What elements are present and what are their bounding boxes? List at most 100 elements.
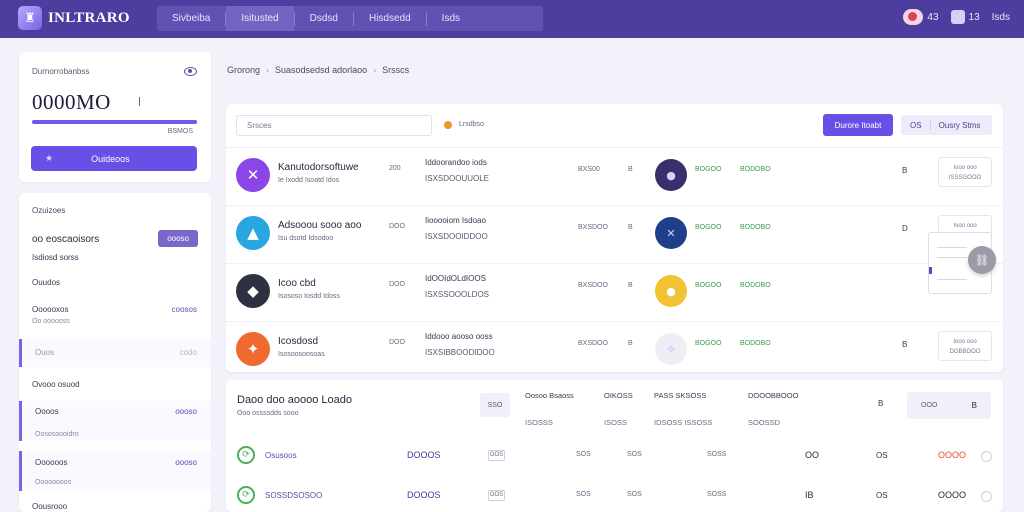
asset-detail-sub: ISXSSOOOLDOS — [425, 290, 490, 299]
order-c3: SOSS — [707, 451, 727, 458]
breadcrumb: Grorong › Suasodsedsd adorlaoo › Srsscs — [227, 65, 409, 75]
page-size-field[interactable]: OOO B — [907, 392, 991, 419]
deposit-button[interactable]: ★ Ouideoos — [31, 146, 197, 171]
column-header[interactable]: Oosoo Bsaoss ISOSSS — [525, 390, 574, 428]
column-header[interactable]: DOOOBBOOO SOOSSD — [748, 390, 798, 428]
asset-sub: Isosoosoosoas — [278, 351, 325, 358]
sidebar-item[interactable]: Oousrooo — [19, 498, 211, 512]
eye-icon[interactable] — [184, 67, 197, 76]
asset-price: BXS00 — [578, 166, 600, 173]
order-value-2: OS — [876, 491, 888, 500]
asset-box-text: Iooo ooo DOBBOOO — [949, 339, 981, 355]
nav-item-3[interactable]: Dsdsd — [295, 6, 353, 31]
asset-gain: BOGOO — [695, 340, 722, 347]
sidebar-item-active[interactable]: Ouos codo — [19, 339, 211, 367]
column-header[interactable]: OIKOSS ISOSS — [604, 390, 633, 428]
order-status: OOOO — [938, 450, 967, 460]
order-c1: SOS — [576, 451, 591, 458]
breadcrumb-item[interactable]: Suasodsedsd adorlaoo — [275, 65, 367, 75]
asset-row[interactable]: ◆ Icoo cbd Isososo Iosdd Idoss DOO IdOOIdOLd… — [226, 263, 1003, 319]
search-input[interactable]: Srsces — [236, 115, 432, 136]
asset-sub: Isososo Iosdd Idoss — [278, 293, 340, 300]
flag-icon — [903, 9, 924, 25]
asset-qty: DOO — [389, 223, 405, 230]
balance-progress-bar — [32, 120, 197, 124]
order-radio[interactable] — [981, 451, 992, 462]
secondary-action-button[interactable]: OS Ousry Stms — [901, 115, 992, 135]
breadcrumb-item-current: Srsscs — [382, 65, 410, 75]
orders-chip[interactable]: SSO — [480, 393, 510, 417]
asset-row[interactable]: ▲ Adsooou sooo aoo Isu dsotd Idsodoo DOO Iio… — [226, 205, 1003, 261]
order-c2: SOS — [627, 491, 642, 498]
column-header[interactable]: PASS SKSOSS IDSOSS ISSOSS — [654, 390, 712, 428]
sidebar-item[interactable]: Oooooxos coosos Oo oooooss — [19, 301, 211, 325]
sidebar-item[interactable]: Oooooos oooso Oooooooos — [19, 451, 211, 491]
secondary-a: OS — [910, 120, 922, 130]
sidebar-item-sub: Oooooooos — [35, 479, 72, 486]
asset-price: BXSDOO — [578, 282, 608, 289]
asset-detail-box[interactable]: Iooo ooo DOBBOOO — [938, 331, 992, 361]
asset-row[interactable]: ✦ Icosdosd Isosoosoosoas DOO Iddooo aooso oo… — [226, 321, 1003, 377]
flag-count: 43 — [927, 11, 939, 23]
sidebar-item[interactable]: Isdiosd sorss — [19, 249, 211, 267]
asset-detail: IdOOIdOLdIOOS — [425, 274, 486, 283]
top-bar: ♜ INLTRARO Sivbeiba Isitusted Dsdsd Hisd… — [0, 0, 1024, 38]
text-cursor — [139, 97, 140, 106]
asset-detail-sub: ISXSIBBOODIDOO — [425, 348, 495, 357]
balance-progress-fill — [32, 120, 197, 124]
sidebar-item-tag[interactable]: oooso — [158, 230, 198, 247]
sidebar-item-label: Ovooo osuod — [32, 380, 80, 389]
nav-item-5[interactable]: Isds — [427, 6, 475, 31]
sidebar-item[interactable]: Oooos oooso Oososoooidro — [19, 401, 211, 441]
brand[interactable]: ♜ INLTRARO — [18, 6, 130, 30]
coin-badge-icon: ✕ — [655, 217, 687, 249]
order-mini[interactable]: OOS — [488, 450, 505, 461]
link-icon[interactable]: ⛓ — [968, 246, 996, 274]
filter-dot-icon — [444, 121, 452, 129]
asset-price-2: B — [628, 224, 633, 231]
order-amount: DOOOS — [407, 450, 441, 460]
asset-detail-box[interactable]: Iooo ooo ISSSGOOO — [938, 157, 992, 187]
header-sub: IDSOSS ISSOSS — [654, 418, 713, 427]
gift-icon — [950, 10, 965, 24]
asset-gain: BOGOO — [695, 282, 722, 289]
breadcrumb-item[interactable]: Grorong — [227, 65, 260, 75]
header-line: PASS SKSOSS — [654, 391, 707, 400]
order-mini[interactable]: OOS — [488, 490, 505, 501]
order-status: OOOO — [938, 490, 967, 500]
user-menu[interactable]: Isds — [992, 12, 1010, 23]
asset-box-text: Iooo ooo — [953, 223, 977, 229]
nav-item-1[interactable]: Sivbeiba — [157, 6, 225, 31]
asset-sub: Ie Ixodd Isoatd Idos — [278, 177, 340, 184]
asset-row[interactable]: ✕ Kanutodorsoftuwe Ie Ixodd Isoatd Idos 200… — [226, 147, 1003, 203]
sidebar-item[interactable]: oo eoscaoisors oooso — [19, 230, 211, 248]
language-selector[interactable]: 43 — [903, 9, 939, 25]
asset-gain-2: BODOBO — [740, 282, 771, 289]
balance-card: Durnorrobanbss 0000MO BSMOS ★ Ouideoos — [19, 52, 211, 182]
asset-end: B — [902, 340, 908, 349]
nav-item-2[interactable]: Isitusted — [226, 6, 294, 31]
notifications[interactable]: 13 — [950, 10, 980, 24]
header-sub: SOOSSD — [748, 418, 781, 427]
balance-label: Durnorrobanbss — [32, 67, 90, 76]
top-nav: Sivbeiba Isitusted Dsdsd Hisdsedd Isds — [157, 6, 543, 31]
asset-name: Kanutodorsoftuwe — [278, 162, 359, 173]
filter-label[interactable]: Lrsdbso — [459, 121, 484, 128]
asset-panel: Srsces Lrsdbso Durore Itoabt OS Ousry St… — [226, 104, 1003, 372]
order-radio[interactable] — [981, 491, 992, 502]
asset-detail: Iddoorandoo iods — [425, 158, 487, 167]
order-name: SOSSDSOSOO — [265, 491, 323, 500]
popup-line — [937, 247, 967, 248]
sidebar-item-label: Ouudos — [32, 278, 61, 287]
sidebar: Ozuizoes oo eoscaoisors oooso Isdiosd so… — [19, 193, 211, 512]
sort-toggle[interactable]: B — [878, 399, 883, 408]
order-amount: DOOOS — [407, 490, 441, 500]
nav-item-4[interactable]: Hisdsedd — [354, 6, 426, 31]
sidebar-item[interactable]: Ouudos — [19, 274, 211, 292]
order-row[interactable]: ⟳ Osusoos DOOOS OOS SOS SOS SOSS OO OS OOOO — [226, 442, 1003, 482]
sidebar-item[interactable]: Ovooo osuod — [19, 376, 211, 394]
primary-action-button[interactable]: Durore Itoabt — [823, 114, 893, 136]
asset-price-2: B — [628, 282, 633, 289]
asset-detail-sub: ISXSDOOUUOLE — [425, 174, 490, 183]
order-row[interactable]: ⟳ SOSSDSOSOO DOOOS OOS SOS SOS SOSS IB OS OOOO — [226, 482, 1003, 512]
